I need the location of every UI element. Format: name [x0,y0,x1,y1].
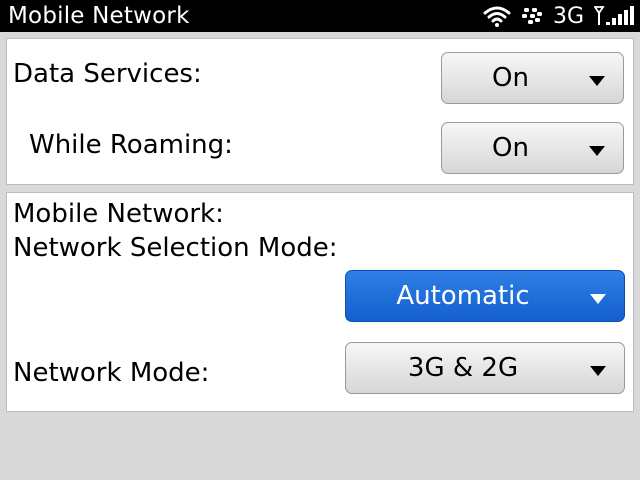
while-roaming-label: While Roaming: [29,130,233,160]
status-icons: 3G [483,4,634,29]
network-selection-mode-value: Automatic [396,281,530,311]
mobile-network-panel: Mobile Network: Network Selection Mode: … [6,192,634,412]
blackberry-logo-icon [521,6,543,26]
wifi-icon [483,5,511,27]
chevron-down-icon [590,353,606,383]
mobile-network-heading: Mobile Network: [13,199,224,229]
chevron-down-icon [589,63,605,93]
while-roaming-dropdown[interactable]: On [441,122,624,174]
network-selection-mode-label: Network Selection Mode: [13,233,338,263]
network-mode-dropdown[interactable]: 3G & 2G [345,342,625,394]
network-selection-mode-dropdown[interactable]: Automatic [345,270,625,322]
status-bar: Mobile Network 3G [0,0,640,32]
data-services-label: Data Services: [13,59,202,89]
while-roaming-value: On [492,133,529,163]
data-services-dropdown[interactable]: On [441,52,624,104]
network-mode-value: 3G & 2G [407,353,519,383]
network-type-label: 3G [552,3,584,29]
network-mode-label: Network Mode: [13,358,210,388]
data-services-panel: Data Services: On While Roaming: On [6,38,634,185]
screen-title: Mobile Network [8,3,190,29]
chevron-down-icon [590,281,606,311]
data-services-value: On [492,63,529,93]
signal-strength-icon [594,5,634,27]
chevron-down-icon [589,133,605,163]
